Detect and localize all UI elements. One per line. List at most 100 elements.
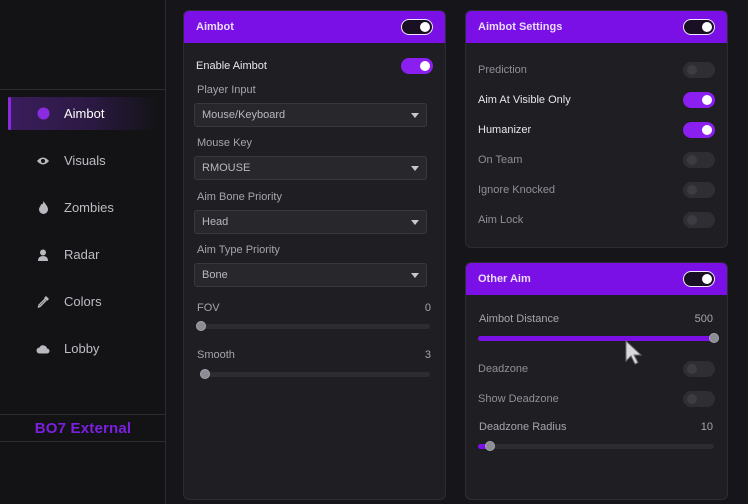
mouse-cursor-icon	[625, 340, 643, 365]
sidebar-item-label: Visuals	[64, 153, 106, 168]
user-icon	[36, 248, 50, 262]
aimbot-distance-label: Aimbot Distance	[479, 313, 560, 325]
show-deadzone-row: Show Deadzone	[478, 390, 715, 408]
fov-slider[interactable]	[196, 321, 430, 331]
fov-slider-knob[interactable]	[196, 321, 206, 331]
brand-title: BO7 External	[34, 420, 132, 437]
chevron-down-icon	[411, 165, 419, 171]
setting-toggle[interactable]	[683, 62, 715, 78]
aimbot-settings-toggle[interactable]	[683, 19, 715, 35]
deadzone-radius-slider[interactable]	[478, 441, 714, 451]
player-input-label: Player Input	[197, 84, 256, 96]
sidebar-divider	[0, 89, 166, 90]
aimbot-settings-panel: Aimbot Settings Prediction Aim At Visible…	[465, 10, 728, 248]
chevron-down-icon	[411, 112, 419, 118]
smooth-slider-header: Smooth 3	[197, 349, 431, 361]
setting-row: Aim Lock	[478, 211, 715, 229]
aimbot-distance-header: Aimbot Distance 500	[479, 313, 713, 325]
enable-aimbot-toggle[interactable]	[401, 58, 433, 74]
cloud-icon	[36, 342, 50, 356]
fov-value: 0	[424, 302, 431, 314]
smooth-slider[interactable]	[200, 369, 430, 379]
player-input-select[interactable]: Mouse/Keyboard	[194, 103, 427, 127]
sidebar-item-zombies[interactable]: Zombies	[8, 191, 158, 224]
chevron-down-icon	[411, 272, 419, 278]
aimbot-distance-slider[interactable]	[478, 333, 719, 343]
sidebar-divider	[0, 414, 166, 415]
panel-title: Aimbot	[196, 21, 234, 33]
flame-icon	[36, 201, 50, 215]
setting-row: On Team	[478, 151, 715, 169]
panel-title: Aimbot Settings	[478, 21, 563, 33]
deadzone-label: Deadzone	[478, 363, 529, 375]
setting-toggle[interactable]	[683, 122, 715, 138]
sidebar-item-label: Radar	[64, 247, 100, 262]
sidebar-item-colors[interactable]: Colors	[8, 285, 158, 318]
show-deadzone-label: Show Deadzone	[478, 393, 559, 405]
sidebar-item-radar[interactable]: Radar	[8, 238, 158, 271]
aimbot-panel-header: Aimbot	[184, 11, 445, 43]
fov-slider-header: FOV 0	[197, 302, 431, 314]
mouse-key-value: RMOUSE	[202, 162, 251, 174]
deadzone-radius-label: Deadzone Radius	[479, 421, 567, 433]
deadzone-row: Deadzone	[478, 360, 715, 378]
enable-aimbot-row: Enable Aimbot	[196, 57, 433, 75]
sidebar-item-aimbot[interactable]: Aimbot	[8, 97, 158, 130]
sidebar-item-label: Colors	[64, 294, 102, 309]
deadzone-radius-knob[interactable]	[484, 441, 495, 451]
setting-toggle[interactable]	[683, 92, 715, 108]
aim-type-select[interactable]: Bone	[194, 263, 427, 287]
setting-row: Ignore Knocked	[478, 181, 715, 199]
setting-label: Aim Lock	[478, 214, 524, 226]
aim-bone-label: Aim Bone Priority	[197, 191, 282, 203]
setting-label: Prediction	[478, 64, 527, 76]
sidebar-item-lobby[interactable]: Lobby	[8, 332, 158, 365]
player-input-value: Mouse/Keyboard	[202, 109, 286, 121]
setting-label: Aim At Visible Only	[478, 94, 571, 106]
enable-aimbot-label: Enable Aimbot	[196, 60, 267, 72]
setting-toggle[interactable]	[683, 182, 715, 198]
setting-row: Humanizer	[478, 121, 715, 139]
sidebar: Aimbot Visuals Zombies Radar Colors Lobb…	[0, 0, 166, 504]
aimbot-distance-knob[interactable]	[709, 333, 719, 343]
setting-row: Prediction	[478, 61, 715, 79]
deadzone-radius-value: 10	[700, 421, 713, 433]
eyedropper-icon	[36, 295, 50, 309]
smooth-label: Smooth	[197, 349, 235, 361]
aimbot-panel: Aimbot Enable Aimbot Player Input Mouse/…	[183, 10, 446, 500]
setting-row: Aim At Visible Only	[478, 91, 715, 109]
aim-type-value: Bone	[202, 269, 228, 281]
other-aim-header: Other Aim	[466, 263, 727, 295]
setting-label: Ignore Knocked	[478, 184, 556, 196]
aim-type-label: Aim Type Priority	[197, 244, 280, 256]
panel-title: Other Aim	[478, 273, 531, 285]
setting-label: Humanizer	[478, 124, 532, 136]
smooth-value: 3	[424, 349, 431, 361]
aimbot-settings-header: Aimbot Settings	[466, 11, 727, 43]
mouse-key-label: Mouse Key	[197, 137, 253, 149]
other-aim-panel: Other Aim Aimbot Distance 500 Deadzone S…	[465, 262, 728, 500]
sidebar-item-visuals[interactable]: Visuals	[8, 144, 158, 177]
show-deadzone-toggle[interactable]	[683, 391, 715, 407]
sidebar-item-label: Lobby	[64, 341, 100, 356]
deadzone-radius-header: Deadzone Radius 10	[479, 421, 713, 433]
setting-toggle[interactable]	[683, 212, 715, 228]
setting-label: On Team	[478, 154, 523, 166]
sidebar-item-label: Aimbot	[64, 106, 105, 121]
mouse-key-select[interactable]: RMOUSE	[194, 156, 427, 180]
smooth-slider-knob[interactable]	[200, 369, 210, 379]
aimbot-panel-toggle[interactable]	[401, 19, 433, 35]
sidebar-item-label: Zombies	[64, 200, 114, 215]
sidebar-divider	[0, 441, 166, 442]
aimbot-distance-fill	[478, 336, 714, 341]
aim-bone-select[interactable]: Head	[194, 210, 427, 234]
deadzone-toggle[interactable]	[683, 361, 715, 377]
aimbot-distance-value: 500	[694, 313, 713, 325]
other-aim-toggle[interactable]	[683, 271, 715, 287]
aim-bone-value: Head	[202, 216, 229, 228]
fov-label: FOV	[197, 302, 220, 314]
circle-icon	[36, 107, 50, 121]
chevron-down-icon	[411, 219, 419, 225]
eye-icon	[36, 154, 50, 168]
setting-toggle[interactable]	[683, 152, 715, 168]
